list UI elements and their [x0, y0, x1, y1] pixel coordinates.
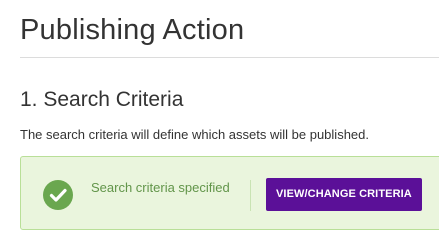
view-change-criteria-button[interactable]: VIEW/CHANGE CRITERIA: [266, 178, 422, 211]
check-circle-icon: [42, 179, 74, 211]
section-description: The search criteria will define which as…: [20, 127, 369, 142]
publishing-action-page: Publishing Action 1. Search Criteria The…: [0, 0, 439, 250]
title-divider: [20, 57, 439, 58]
page-title: Publishing Action: [20, 14, 245, 46]
status-text: Search criteria specified: [91, 180, 230, 195]
search-criteria-status-panel: Search criteria specified VIEW/CHANGE CR…: [20, 156, 439, 230]
panel-divider: [250, 180, 251, 211]
section-title: 1. Search Criteria: [20, 88, 184, 111]
